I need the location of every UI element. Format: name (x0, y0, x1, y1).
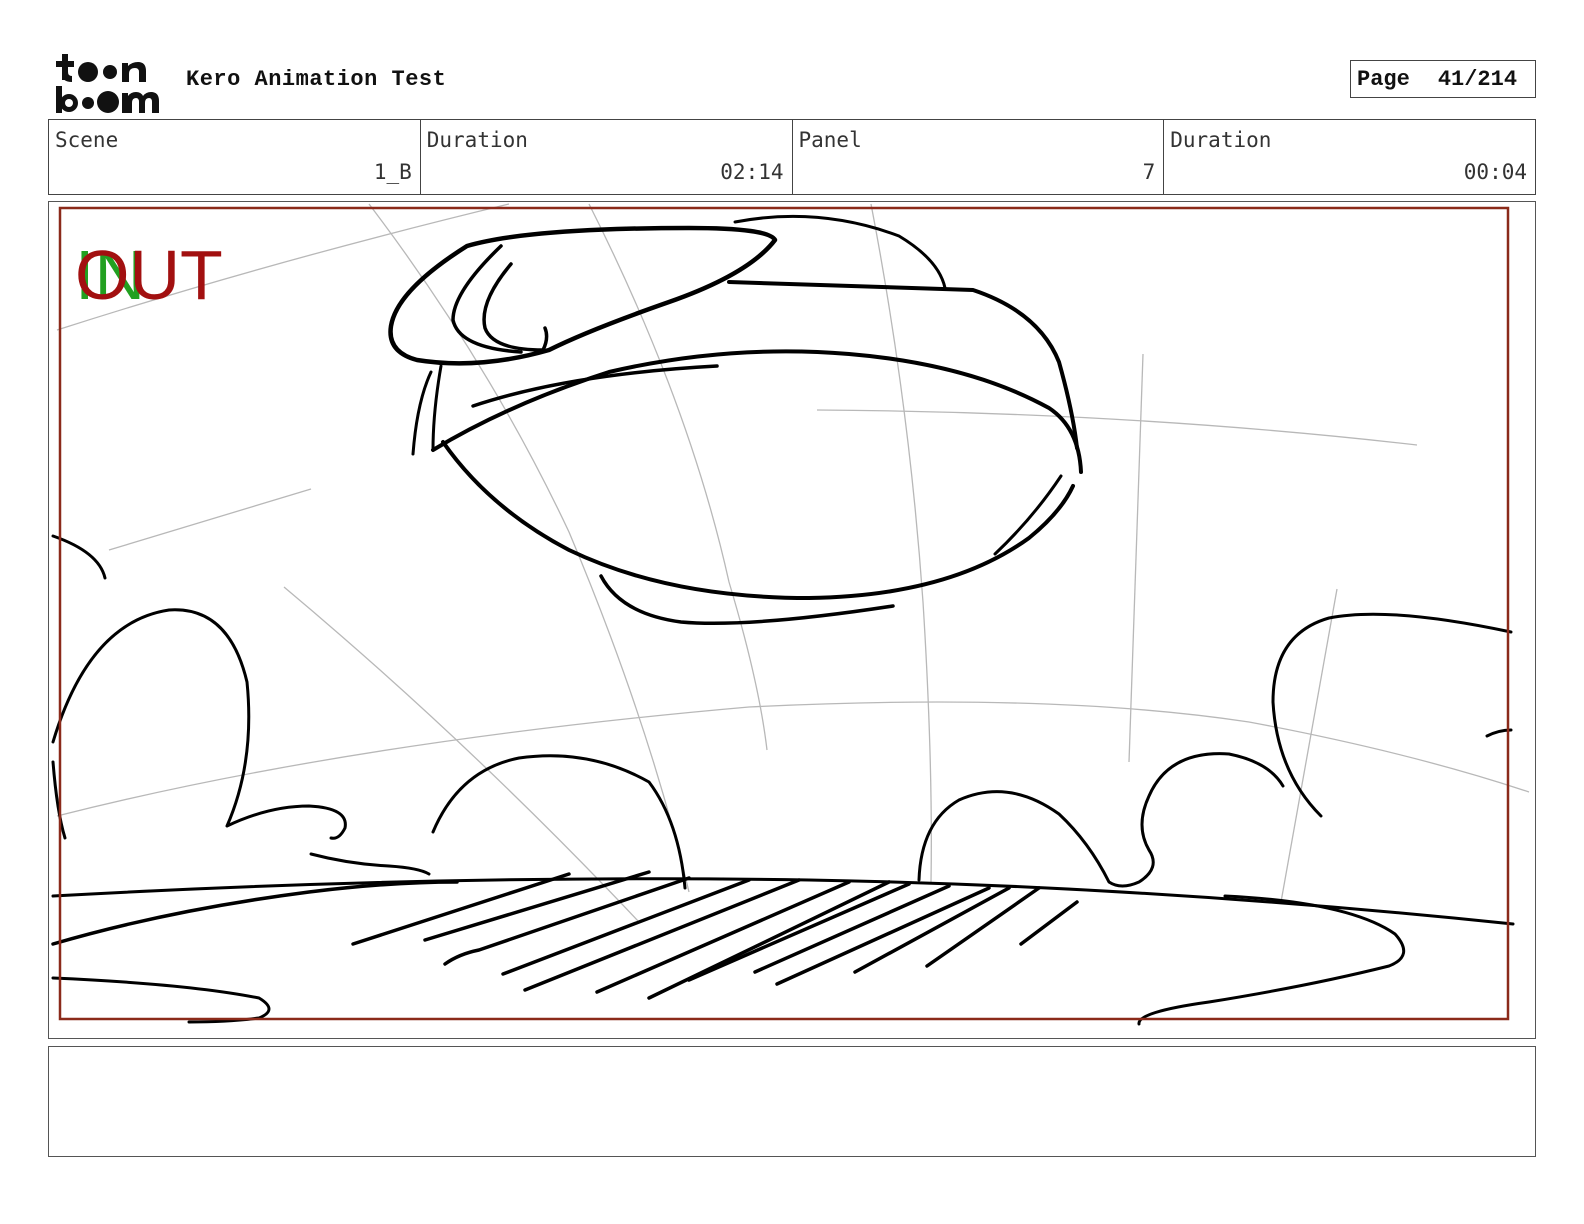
ground-sketch (51, 870, 1515, 1026)
toon-boom-logo (52, 52, 164, 114)
panel-notes-box (48, 1046, 1536, 1157)
page-label: Page (1357, 66, 1410, 92)
scene-duration-label: Duration (426, 128, 528, 152)
scene-label: Scene (55, 128, 119, 152)
scene-cell: Scene 1_B (49, 120, 421, 194)
panel-label: Panel (798, 128, 862, 152)
panel-duration-label: Duration (1170, 128, 1272, 152)
panel-cell: Panel 7 (793, 120, 1165, 194)
ground-hatching (351, 870, 1079, 1000)
out-marker: OUT (75, 236, 223, 314)
blimp-sketch (388, 214, 1083, 626)
panel-duration-value: 00:04 (1463, 160, 1527, 184)
page-indicator: Page 41/214 (1350, 60, 1536, 98)
logo-icon (56, 54, 159, 113)
storyboard-panel-frame: IN OUT (48, 201, 1536, 1039)
panel-info-row: Scene 1_B Duration 02:14 Panel 7 Duratio… (48, 119, 1536, 195)
panel-value: 7 (1142, 160, 1156, 184)
panel-duration-cell: Duration 00:04 (1164, 120, 1535, 194)
scene-value: 1_B (373, 160, 412, 184)
scene-duration-cell: Duration 02:14 (421, 120, 793, 194)
perspective-guides (56, 203, 1530, 923)
sketch-drawing (51, 203, 1530, 1026)
transition-markers: IN OUT (75, 230, 275, 320)
page-number: 41/214 (1437, 66, 1518, 92)
page-header: Kero Animation Test Page 41/214 (48, 48, 1536, 118)
project-title: Kero Animation Test (186, 67, 447, 92)
scene-duration-value: 02:14 (720, 160, 784, 184)
